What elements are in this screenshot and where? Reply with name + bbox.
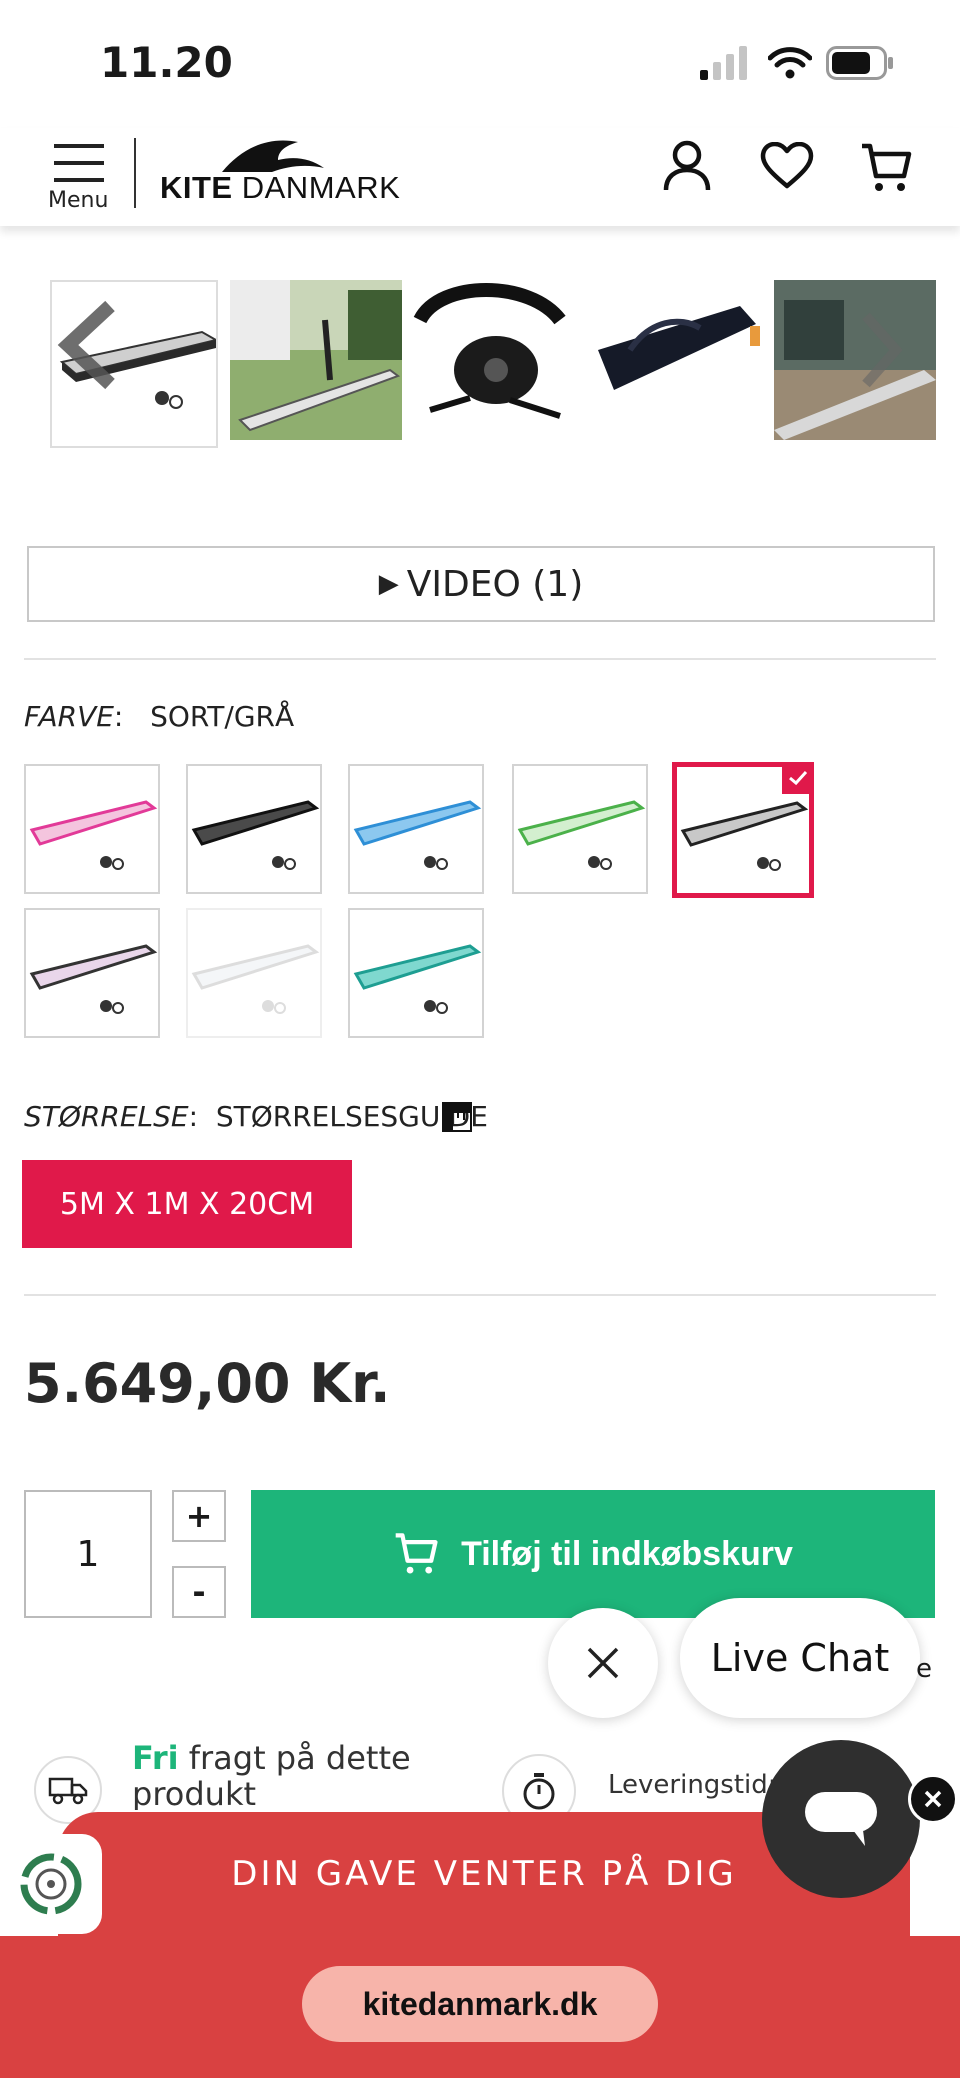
ruler-icon[interactable] [442,1102,472,1132]
close-icon [924,1790,942,1808]
color-swatch-white[interactable] [186,908,322,1038]
quantity-input[interactable]: 1 [24,1490,152,1618]
color-swatch-pink[interactable] [24,764,160,894]
header-divider [134,138,136,208]
gallery-thumb-3[interactable] [410,280,582,440]
cart-icon[interactable] [860,142,912,194]
stopwatch-icon [523,1773,555,1810]
logo-bold: KITE [160,170,233,205]
logo-wave-icon [222,140,324,172]
shipping-desc-2: produkt [132,1775,257,1810]
color-swatch-blue[interactable] [348,764,484,894]
delivery-label: Leveringstid: [608,1770,777,1800]
color-swatch-purple[interactable] [24,908,160,1038]
size-option-button[interactable]: 5M X 1M X 20CM [22,1160,352,1248]
live-chat-button[interactable]: Live Chat [680,1598,920,1718]
video-button[interactable]: ▶ VIDEO (1) [27,546,935,622]
signal-icon [700,46,747,80]
battery-icon [826,46,893,80]
color-colon: : [113,700,151,733]
color-swatch-black[interactable] [186,764,322,894]
gift-wheel-icon [20,1853,82,1915]
menu-label[interactable]: Menu [48,188,108,213]
close-icon [587,1647,619,1679]
url-bar[interactable]: kitedanmark.dk [302,1966,658,2042]
color-label: FARVE [24,700,114,733]
gallery-thumb-5[interactable] [774,280,936,440]
divider [24,658,936,660]
shipping-text: Fri fragt på dette produkt [132,1740,452,1810]
color-swatch-green[interactable] [512,764,648,894]
chat-bubble-icon [805,1792,877,1846]
divider [24,1294,936,1296]
cart-icon [395,1533,438,1574]
color-swatch-turquoise[interactable] [348,908,484,1038]
gallery-next-arrow-icon[interactable] [856,310,906,390]
selected-check-icon [782,762,814,794]
logo-rest: DANMARK [232,170,401,205]
site-logo[interactable]: KITE DANMARK [160,170,400,206]
gallery-thumb-4[interactable] [590,280,762,440]
gift-wheel-icon-box[interactable] [0,1834,102,1934]
play-icon: ▶ [378,569,399,599]
add-to-cart-label: Tilføj til indkøbskurv [461,1534,793,1573]
status-time: 11.20 [100,38,233,87]
quantity-plus-button[interactable]: + [172,1490,226,1542]
close-chat-prompt-button[interactable] [548,1608,658,1718]
account-icon[interactable] [662,140,712,192]
shipping-desc: fragt på dette [178,1740,411,1777]
size-label: STØRRELSE [24,1100,189,1133]
wifi-icon [768,47,812,79]
shipping-free: Fri [132,1740,179,1777]
color-value: SORT/GRÅ [150,700,295,733]
hamburger-icon[interactable] [54,144,104,184]
gallery-prev-arrow-icon[interactable] [54,300,120,390]
wishlist-heart-icon[interactable] [760,142,814,190]
video-label: VIDEO (1) [406,563,584,605]
chat-prompt-partial-text: e [916,1654,932,1684]
close-chat-widget-button[interactable] [908,1774,958,1824]
color-label-row: FARVE: SORT/GRÅ [24,700,294,733]
chat-widget-button[interactable] [762,1740,920,1898]
gallery-thumb-2[interactable] [230,280,402,440]
size-label-row: STØRRELSE: STØRRELSESGUIDE [24,1100,488,1133]
size-colon: : [188,1100,216,1133]
site-header [0,128,960,226]
product-price: 5.649,00 Kr. [24,1352,391,1415]
truck-icon [48,1777,88,1805]
quantity-minus-button[interactable]: - [172,1566,226,1618]
